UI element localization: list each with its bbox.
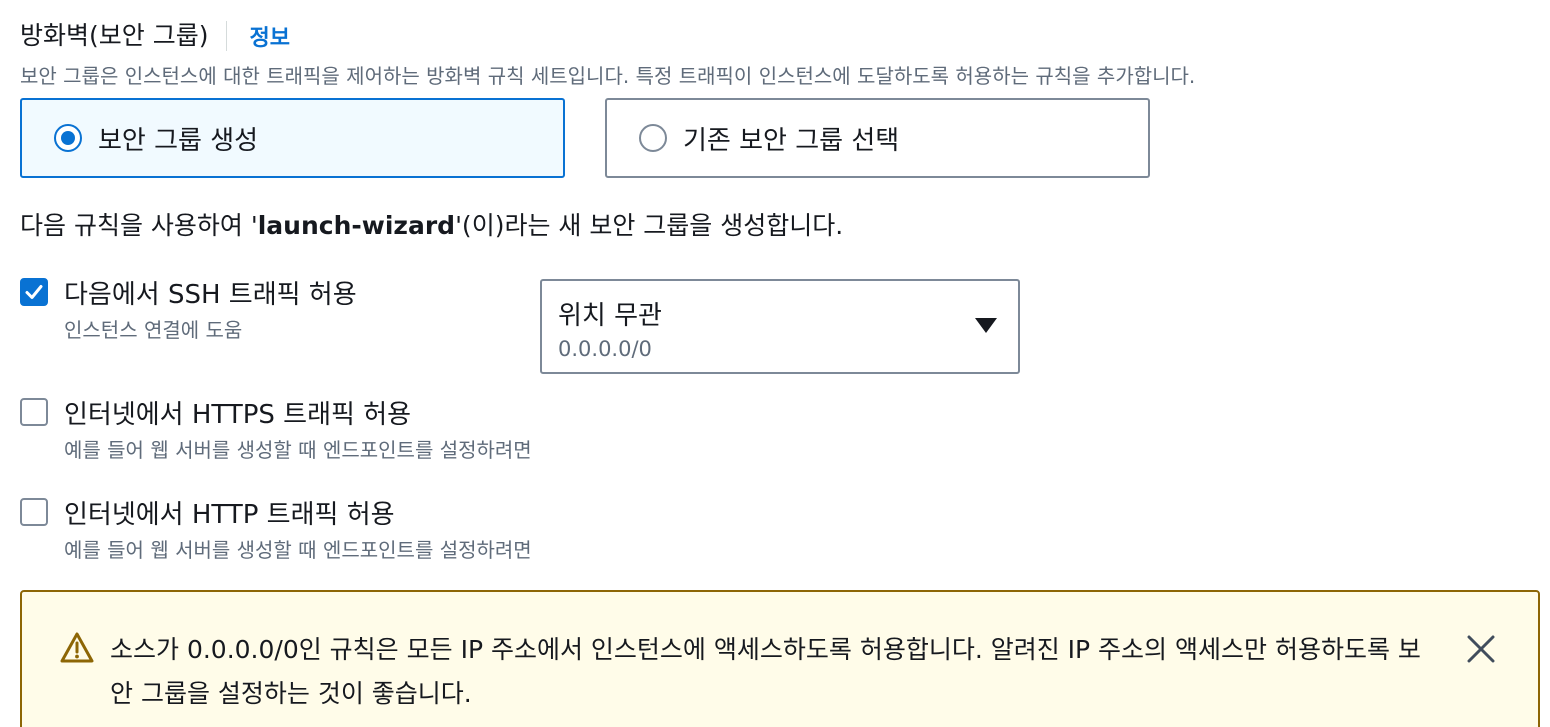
create-security-group-radio[interactable] (54, 124, 82, 152)
select-existing-group-radio[interactable] (639, 124, 667, 152)
info-link[interactable]: 정보 (249, 20, 289, 52)
http-rule-checkbox[interactable] (20, 498, 48, 526)
rule-sentence: 다음 규칙을 사용하여 'launch-wizard'(이)라는 새 보안 그룹… (20, 206, 843, 242)
ssh-source-cidr: 0.0.0.0/0 (558, 337, 652, 361)
ssh-source-value: 위치 무관 (558, 301, 662, 331)
section-description: 보안 그룹은 인스턴스에 대한 트래픽을 제어하는 방화벽 규칙 세트입니다. … (20, 64, 1196, 88)
select-existing-group-label: 기존 보안 그룹 선택 (683, 125, 900, 156)
close-icon[interactable] (1466, 634, 1496, 664)
caret-down-icon (975, 318, 997, 333)
warning-alert: 소스가 0.0.0.0/0인 규칙은 모든 IP 주소에서 인스턴스에 액세스하… (20, 590, 1540, 727)
https-rule-description: 예를 들어 웹 서버를 생성할 때 엔드포인트를 설정하려면 (64, 438, 532, 462)
security-group-name: launch-wizard (257, 211, 456, 240)
https-rule-label: 인터넷에서 HTTPS 트래픽 허용 (64, 400, 412, 430)
https-rule-checkbox[interactable] (20, 398, 48, 426)
ssh-source-select[interactable]: 위치 무관 0.0.0.0/0 (540, 279, 1020, 374)
warning-icon (60, 632, 94, 663)
create-security-group-tile[interactable]: 보안 그룹 생성 (20, 98, 565, 178)
section-title: 방화벽(보안 그룹) (20, 21, 228, 51)
ssh-rule-checkbox[interactable] (20, 278, 48, 306)
rule-sentence-suffix: '(이)라는 새 보안 그룹을 생성합니다. (455, 211, 844, 240)
select-existing-group-tile[interactable]: 기존 보안 그룹 선택 (605, 98, 1150, 178)
section-header: 방화벽(보안 그룹) 정보 (20, 18, 290, 54)
create-security-group-label: 보안 그룹 생성 (98, 125, 259, 156)
rule-sentence-prefix: 다음 규칙을 사용하여 ' (20, 211, 258, 240)
ssh-rule-label: 다음에서 SSH 트래픽 허용 (64, 280, 357, 310)
check-icon (25, 285, 43, 299)
ssh-rule-description: 인스턴스 연결에 도움 (64, 318, 243, 342)
http-rule-label: 인터넷에서 HTTP 트래픽 허용 (64, 500, 395, 530)
http-rule-description: 예를 들어 웹 서버를 생성할 때 엔드포인트를 설정하려면 (64, 538, 532, 562)
warning-alert-text: 소스가 0.0.0.0/0인 규칙은 모든 IP 주소에서 인스턴스에 액세스하… (110, 635, 1421, 708)
security-group-panel: 방화벽(보안 그룹) 정보 보안 그룹은 인스턴스에 대한 트래픽을 제어하는 … (0, 0, 1550, 727)
